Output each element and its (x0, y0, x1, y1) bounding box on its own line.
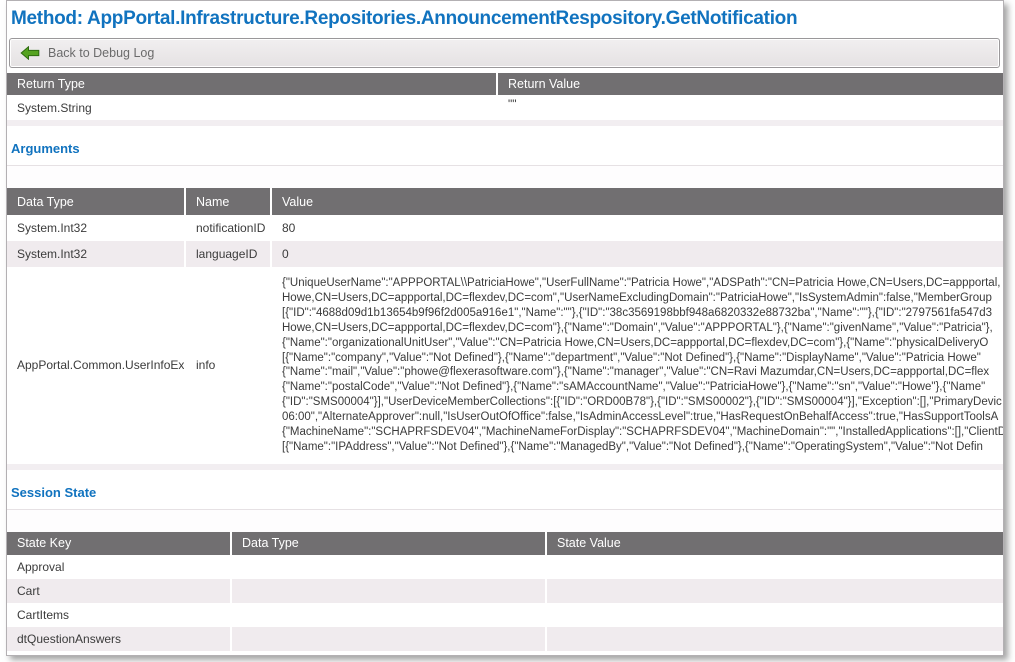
state-value-cell (546, 603, 1003, 627)
session-state-row: dtQuestionAnswers (7, 627, 1003, 651)
session-state-heading: Session State (7, 470, 1003, 509)
argument-type: AppPortal.Common.UserInfoEx (7, 267, 185, 464)
argument-value: 80 (271, 215, 1003, 241)
name-header: Name (185, 188, 271, 215)
session-state-row: Cart (7, 579, 1003, 603)
data-type-header: Data Type (7, 188, 185, 215)
return-value-cell: "" (497, 95, 1003, 120)
back-button-label: Back to Debug Log (48, 46, 154, 60)
state-value-cell (546, 627, 1003, 651)
page-title: Method: AppPortal.Infrastructure.Reposit… (11, 8, 999, 30)
spacer-band (7, 510, 1003, 532)
state-key-cell: dtQuestionAnswers (7, 627, 231, 651)
return-table-header-row: Return Type Return Value (7, 73, 1003, 95)
state-type-cell (231, 579, 546, 603)
value-header: Value (271, 188, 1003, 215)
return-table-row: System.String "" (7, 95, 1003, 120)
state-type-cell (231, 627, 546, 651)
arguments-header-row: Data Type Name Value (7, 188, 1003, 215)
argument-value: 0 (271, 241, 1003, 267)
title-bar: Method: AppPortal.Infrastructure.Reposit… (7, 1, 1003, 36)
user-info-json-text: {"UniqueUserName":"APPPORTAL\\PatriciaHo… (282, 276, 1003, 455)
state-data-type-header: Data Type (231, 532, 546, 555)
state-key-header: State Key (7, 532, 231, 555)
arguments-table: Data Type Name Value System.Int32 notifi… (7, 188, 1003, 464)
state-type-cell (231, 555, 546, 579)
argument-row: AppPortal.Common.UserInfoEx info {"Uniqu… (7, 267, 1003, 464)
argument-row: System.Int32 notificationID 80 (7, 215, 1003, 241)
return-value-header: Return Value (497, 73, 1003, 95)
session-state-row: Approval (7, 555, 1003, 579)
spacer-band (7, 166, 1003, 188)
argument-name: languageID (185, 241, 271, 267)
back-arrow-icon (20, 46, 40, 60)
debug-method-panel: Method: AppPortal.Infrastructure.Reposit… (6, 0, 1004, 656)
state-key-cell: CartItems (7, 603, 231, 627)
arguments-heading: Arguments (7, 126, 1003, 165)
state-value-cell (546, 555, 1003, 579)
state-value-cell (546, 579, 1003, 603)
argument-name: notificationID (185, 215, 271, 241)
back-to-debug-log-button[interactable]: Back to Debug Log (9, 38, 1000, 68)
argument-value-json: {"UniqueUserName":"APPPORTAL\\PatriciaHo… (271, 267, 1003, 464)
return-type-cell: System.String (7, 95, 497, 120)
session-state-table: State Key Data Type State Value Approval… (7, 532, 1003, 651)
return-table: Return Type Return Value System.String "… (7, 73, 1003, 120)
return-type-header: Return Type (7, 73, 497, 95)
state-value-header: State Value (546, 532, 1003, 555)
state-type-cell (231, 603, 546, 627)
state-key-cell: Approval (7, 555, 231, 579)
state-key-cell: Cart (7, 579, 231, 603)
argument-type: System.Int32 (7, 215, 185, 241)
session-state-row: CartItems (7, 603, 1003, 627)
session-state-header-row: State Key Data Type State Value (7, 532, 1003, 555)
argument-row: System.Int32 languageID 0 (7, 241, 1003, 267)
argument-name: info (185, 267, 271, 464)
argument-type: System.Int32 (7, 241, 185, 267)
